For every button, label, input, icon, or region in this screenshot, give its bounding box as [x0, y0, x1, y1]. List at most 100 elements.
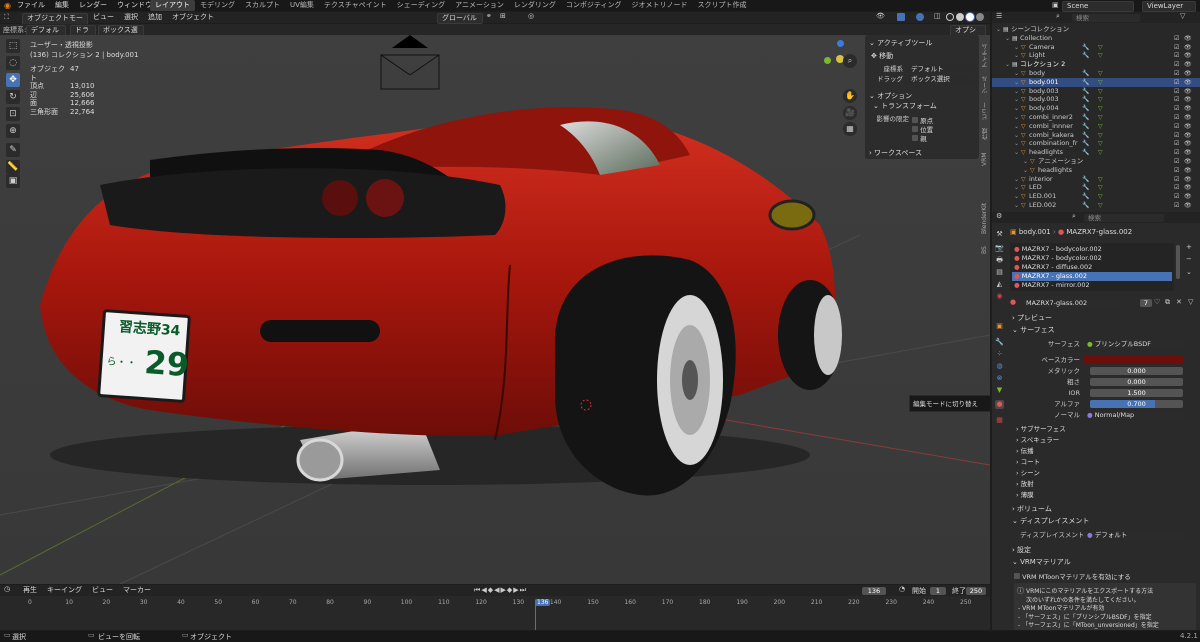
move-tool-row[interactable]: ✥ 移動	[871, 51, 893, 61]
eye-icon[interactable]: 👁	[1184, 113, 1192, 122]
expand-arrow-icon[interactable]: ⌄	[1014, 122, 1019, 131]
checkbox-icon[interactable]: ☑	[1174, 131, 1179, 140]
outliner-row[interactable]: ⌄ ▽ body.003 ☑ 👁 🔧 ▽	[992, 87, 1200, 96]
eye-icon[interactable]: 👁	[1184, 43, 1192, 52]
drag-value[interactable]: ボックス選択	[907, 75, 975, 83]
checkbox-icon[interactable]: ☑	[1174, 148, 1179, 157]
sidebar-tab[interactable]: BS	[981, 238, 990, 254]
fake-user-icon[interactable]: ♡	[1154, 298, 1160, 306]
viewport-menu-item[interactable]: 選択	[119, 12, 143, 23]
viewport-menu-item[interactable]: オブジェクト	[167, 12, 219, 23]
volume-panel-header[interactable]: › ボリューム	[1012, 504, 1052, 514]
checkbox-icon[interactable]: ☑	[1174, 104, 1179, 113]
end-frame[interactable]: 250	[966, 587, 986, 595]
surface-subpanel-header[interactable]: › 放射	[1016, 478, 1034, 488]
metallic-slider[interactable]: 0.000	[1090, 367, 1183, 375]
expand-arrow-icon[interactable]: ⌄	[1014, 175, 1019, 184]
vrm-enable-checkbox[interactable]: VRM MToonマテリアルを有効にする	[1014, 571, 1131, 581]
playhead-line[interactable]	[535, 605, 536, 630]
axis-z-icon[interactable]	[837, 40, 844, 47]
eye-icon[interactable]: 👁	[1184, 95, 1192, 104]
checkbox-icon[interactable]: ☑	[1174, 78, 1179, 87]
particles-tab-icon[interactable]: ⁘	[995, 350, 1004, 359]
material-slot[interactable]: ● MAZRX7 - diffuse.002	[1012, 263, 1172, 272]
checkbox-icon[interactable]: ☑	[1174, 175, 1179, 184]
sidebar-tab[interactable]: VRM	[981, 144, 990, 166]
checkbox-icon[interactable]: ☑	[1174, 51, 1179, 60]
parents-checkbox[interactable]: 親	[912, 133, 927, 143]
jump-end-icon[interactable]: ⏭	[520, 586, 527, 594]
eye-icon[interactable]: 👁	[1184, 166, 1192, 175]
outliner-row[interactable]: ⌄ ▽ LED.001 ☑ 👁 🔧 ▽	[992, 192, 1200, 201]
expand-arrow-icon[interactable]: ⌄	[1014, 183, 1019, 192]
base-color-swatch[interactable]	[1083, 356, 1183, 364]
material-browse-icon[interactable]: ●	[1010, 298, 1016, 306]
outliner-row[interactable]: ⌄ ▽ body ☑ 👁 🔧 ▽	[992, 69, 1200, 78]
zoom-icon[interactable]: ⌕	[843, 54, 857, 68]
ortho-toggle-icon[interactable]: ▦	[843, 122, 857, 136]
add-slot-icon[interactable]: +	[1186, 243, 1192, 251]
outliner-row[interactable]: ⌄ ▽ body.004 ☑ 👁 🔧 ▽	[992, 104, 1200, 113]
eye-icon[interactable]: 👁	[1184, 34, 1192, 43]
menu-item[interactable]: レンダー	[74, 0, 112, 11]
material-filter-icon[interactable]: ▽	[1188, 298, 1193, 306]
timeline-menu-item[interactable]: 再生	[18, 585, 42, 596]
outliner-search[interactable]: 検索	[1072, 14, 1140, 22]
checkbox-icon[interactable]: ☑	[1174, 139, 1179, 148]
expand-arrow-icon[interactable]: ⌄	[1014, 113, 1019, 122]
eye-icon[interactable]: 👁	[1184, 192, 1192, 201]
properties-search[interactable]: 検索	[1084, 214, 1164, 222]
viewport-menu-item[interactable]: 追加	[143, 12, 167, 23]
outliner-row[interactable]: ⌄ ▽ combination_fr ☑ 👁 🔧 ▽	[992, 139, 1200, 148]
workspace-tab[interactable]: テクスチャペイント	[319, 0, 392, 11]
rotate-tool-icon[interactable]: ↻	[6, 90, 20, 104]
menu-item[interactable]: 編集	[50, 0, 74, 11]
surface-subpanel-header[interactable]: › サブサーフェス	[1016, 423, 1066, 433]
axis-y-icon[interactable]	[824, 57, 831, 64]
expand-arrow-icon[interactable]: ⌄	[1005, 60, 1010, 69]
transform-header[interactable]: ⌄ トランスフォーム	[873, 101, 937, 111]
displacement-panel-header[interactable]: ⌄ ディスプレイスメント	[1012, 516, 1089, 526]
expand-arrow-icon[interactable]: ⌄	[1023, 157, 1028, 166]
eye-icon[interactable]: 👁	[1184, 139, 1192, 148]
shading-solid-icon[interactable]	[956, 13, 964, 21]
workspace-tab[interactable]: レイアウト	[150, 0, 195, 11]
object-tab-icon[interactable]: ▣	[995, 322, 1004, 331]
expand-arrow-icon[interactable]: ⌄	[1014, 78, 1019, 87]
material-slot[interactable]: ● MAZRX7 - bodycolor.002	[1012, 245, 1172, 254]
checkbox-icon[interactable]: ☑	[1174, 60, 1179, 69]
breadcrumb-material[interactable]: MAZRX7-glass.002	[1066, 228, 1132, 236]
material-tab-icon[interactable]: ●	[995, 400, 1004, 409]
outliner-row[interactable]: ⌄ ▽ headlights ☑ 👁	[992, 166, 1200, 175]
timeline-menu-item[interactable]: マーカー	[118, 585, 156, 596]
roughness-slider[interactable]: 0.000	[1090, 378, 1183, 386]
sidebar-tab[interactable]: 作成	[981, 124, 990, 140]
expand-arrow-icon[interactable]: ⌄	[996, 25, 1001, 34]
expand-arrow-icon[interactable]: ⌄	[1014, 131, 1019, 140]
camera-view-icon[interactable]: 🎥	[843, 106, 857, 120]
filter-icon[interactable]: ⌕	[1056, 12, 1060, 21]
eye-icon[interactable]: 👁	[1184, 201, 1192, 210]
checkbox-icon[interactable]: ☑	[1174, 95, 1179, 104]
outliner-row[interactable]: ⌄ ▽ LED ☑ 👁 🔧 ▽	[992, 183, 1200, 192]
surface-subpanel-header[interactable]: › シーン	[1016, 467, 1040, 477]
timeline-menu-item[interactable]: キーイング	[42, 585, 87, 596]
workspace-header[interactable]: › ワークスペース	[869, 148, 922, 158]
playhead-frame-label[interactable]: 136	[535, 599, 551, 606]
eye-icon[interactable]: 👁	[1184, 104, 1192, 113]
expand-arrow-icon[interactable]: ⌄	[1005, 34, 1010, 43]
expand-arrow-icon[interactable]: ⌄	[1014, 104, 1019, 113]
outliner-row[interactable]: ⌄ ▽ body.003 ☑ 👁 🔧 ▽	[992, 95, 1200, 104]
checkbox-icon[interactable]: ☑	[1174, 34, 1179, 43]
output-tab-icon[interactable]: 🖶	[995, 256, 1004, 265]
annotate-tool-icon[interactable]: ✎	[6, 143, 20, 157]
select-tool-icon[interactable]: ⬚	[6, 39, 20, 53]
workspace-tab[interactable]: スカルプト	[240, 0, 285, 11]
gizmo-icon[interactable]	[897, 13, 905, 21]
outliner-row[interactable]: ⌄ ▤ Collection ☑ 👁	[992, 34, 1200, 43]
eye-icon[interactable]: 👁	[1184, 122, 1192, 131]
jump-key-back-icon[interactable]: ◀◆	[481, 586, 494, 594]
surface-subpanel-header[interactable]: › スペキュラー	[1016, 434, 1059, 444]
scene-tab-icon[interactable]: ◭	[995, 280, 1004, 289]
eye-icon[interactable]: 👁	[1184, 60, 1192, 69]
